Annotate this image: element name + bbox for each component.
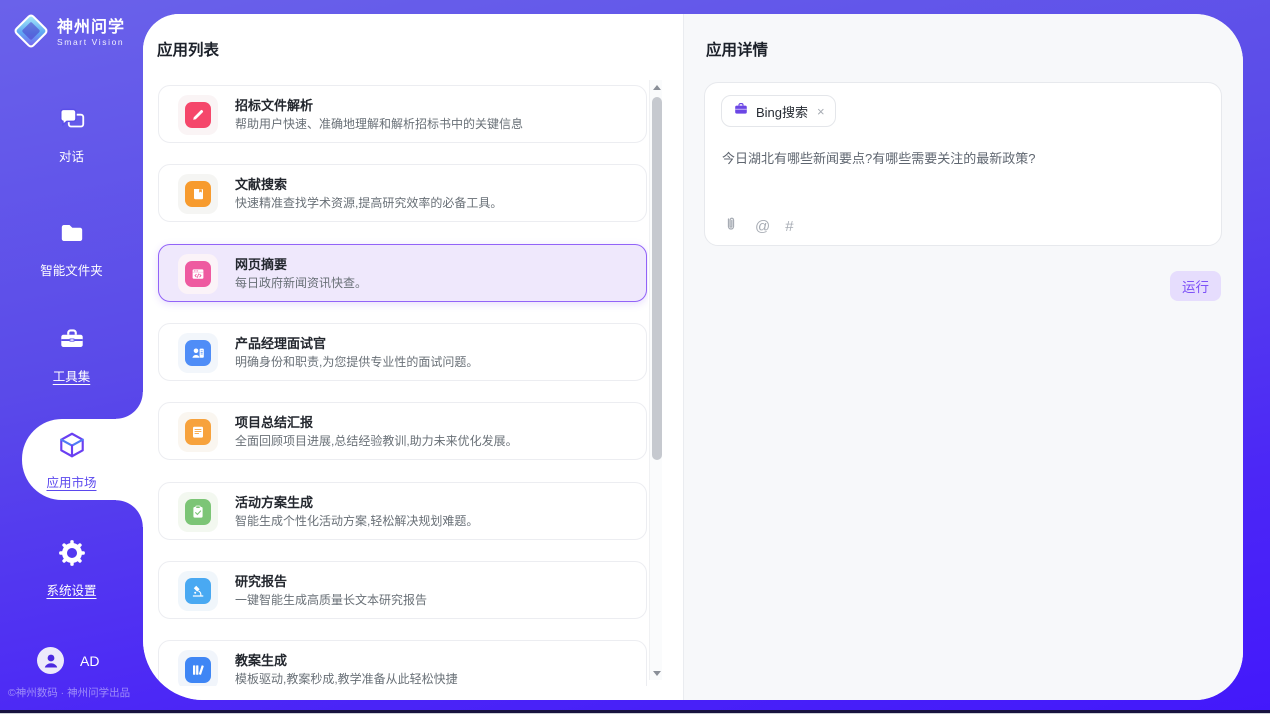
mention-icon[interactable]: @ (755, 219, 770, 234)
app-title: 网页摘要 (235, 254, 287, 273)
app-desc: 每日政府新闻资讯快查。 (235, 274, 367, 291)
app-title: 招标文件解析 (235, 95, 313, 114)
app-logo: 神州问学 Smart Vision (12, 12, 125, 55)
app-title: 文献搜索 (235, 174, 287, 193)
briefcase-icon (733, 101, 749, 122)
app-list: 招标文件解析 帮助用户快速、准确地理解和解析招标书中的关键信息 文献搜索 快速精… (143, 74, 648, 686)
sidebar: 神州问学 Smart Vision 对话 智能文件夹 (0, 0, 143, 714)
app-card-research-report[interactable]: 研究报告 一键智能生成高质量长文本研究报告 (158, 561, 647, 619)
tool-tag-bing-search[interactable]: Bing搜索 × (721, 95, 836, 127)
sidebar-item-label: 工具集 (53, 366, 91, 385)
list-scrollbar[interactable] (649, 80, 662, 680)
sidebar-item-label: 智能文件夹 (40, 260, 103, 279)
scroll-down-button[interactable] (650, 666, 663, 680)
copyright-text: ©神州数码 · 神州问学出品 (8, 685, 143, 700)
app-desc: 一键智能生成高质量长文本研究报告 (235, 591, 427, 608)
app-title: 产品经理面试官 (235, 333, 326, 352)
book-icon (185, 181, 211, 207)
sidebar-item-smart-folder[interactable]: 智能文件夹 (0, 218, 143, 279)
gear-icon (57, 538, 87, 573)
sidebar-item-chat[interactable]: 对话 (0, 104, 143, 165)
app-card-pm-interviewer[interactable]: 产品经理面试官 明确身份和职责,为您提供专业性的面试问题。 (158, 323, 647, 381)
sidebar-item-label: 对话 (59, 146, 84, 165)
browser-code-icon (185, 261, 211, 287)
sidebar-item-toolset[interactable]: 工具集 (0, 324, 143, 385)
app-desc: 快速精准查找学术资源,提高研究效率的必备工具。 (235, 194, 502, 211)
sidebar-item-settings[interactable]: 系统设置 (0, 538, 143, 599)
main-content: 应用列表 招标文件解析 帮助用户快速、准确地理解和解析招标书中的关键信息 (143, 14, 1243, 700)
toolbox-icon (57, 324, 87, 359)
scroll-up-button[interactable] (650, 80, 663, 94)
microscope-icon (185, 578, 211, 604)
logo-subtitle: Smart Vision (57, 38, 125, 47)
paperclip-icon[interactable] (722, 215, 740, 238)
hash-icon[interactable]: # (785, 219, 793, 234)
app-card-literature-search[interactable]: 文献搜索 快速精准查找学术资源,提高研究效率的必备工具。 (158, 164, 647, 222)
pen-square-icon (185, 102, 211, 128)
user-account[interactable]: AD (37, 647, 99, 674)
cube-icon (57, 430, 87, 465)
app-title: 活动方案生成 (235, 492, 313, 511)
app-title: 研究报告 (235, 571, 287, 590)
app-list-title: 应用列表 (157, 38, 219, 60)
interviewer-icon (185, 340, 211, 366)
note-icon (185, 419, 211, 445)
scrollbar-thumb[interactable] (652, 97, 662, 460)
app-card-lesson-plan[interactable]: 教案生成 模板驱动,教案秒成,教学准备从此轻松快捷 (158, 640, 647, 686)
clipboard-check-icon (185, 499, 211, 525)
app-desc: 全面回顾项目进展,总结经验教训,助力未来优化发展。 (235, 432, 518, 449)
sidebar-item-app-market[interactable]: 应用市场 (0, 430, 143, 491)
app-desc: 明确身份和职责,为您提供专业性的面试问题。 (235, 353, 478, 370)
books-icon (185, 657, 211, 683)
tag-close-icon[interactable]: × (817, 104, 825, 119)
app-title: 教案生成 (235, 650, 287, 669)
sidebar-item-label: 系统设置 (46, 580, 96, 599)
attachment-toolbar: @ # (722, 215, 794, 238)
folder-icon (57, 218, 87, 253)
app-window: 神州问学 Smart Vision 对话 智能文件夹 (0, 0, 1270, 714)
app-list-panel: 应用列表 招标文件解析 帮助用户快速、准确地理解和解析招标书中的关键信息 (143, 14, 683, 700)
chat-icon (57, 104, 87, 139)
app-title: 项目总结汇报 (235, 412, 313, 431)
run-button[interactable]: 运行 (1170, 271, 1221, 301)
avatar (37, 647, 64, 674)
logo-title: 神州问学 (57, 20, 125, 37)
tool-tag-label: Bing搜索 (756, 102, 808, 121)
sidebar-item-label: 应用市场 (46, 472, 96, 491)
app-card-web-summary[interactable]: 网页摘要 每日政府新闻资讯快查。 (158, 244, 647, 302)
app-desc: 模板驱动,教案秒成,教学准备从此轻松快捷 (235, 670, 458, 686)
query-text[interactable]: 今日湖北有哪些新闻要点?有哪些需要关注的最新政策? (722, 149, 1205, 169)
app-detail-panel: 应用详情 Bing搜索 × 今日湖北有哪些新闻要点?有哪些需要关注的最新政策? (683, 14, 1243, 700)
query-input-card[interactable]: Bing搜索 × 今日湖北有哪些新闻要点?有哪些需要关注的最新政策? @ # (704, 82, 1222, 246)
app-card-project-summary[interactable]: 项目总结汇报 全面回顾项目进展,总结经验教训,助力未来优化发展。 (158, 402, 647, 460)
app-card-bid-parse[interactable]: 招标文件解析 帮助用户快速、准确地理解和解析招标书中的关键信息 (158, 85, 647, 143)
app-desc: 智能生成个性化活动方案,轻松解决规划难题。 (235, 512, 478, 529)
app-card-event-plan[interactable]: 活动方案生成 智能生成个性化活动方案,轻松解决规划难题。 (158, 482, 647, 540)
user-name: AD (80, 653, 99, 669)
app-desc: 帮助用户快速、准确地理解和解析招标书中的关键信息 (235, 115, 523, 132)
logo-diamond-icon (12, 12, 50, 55)
app-detail-title: 应用详情 (706, 38, 768, 60)
